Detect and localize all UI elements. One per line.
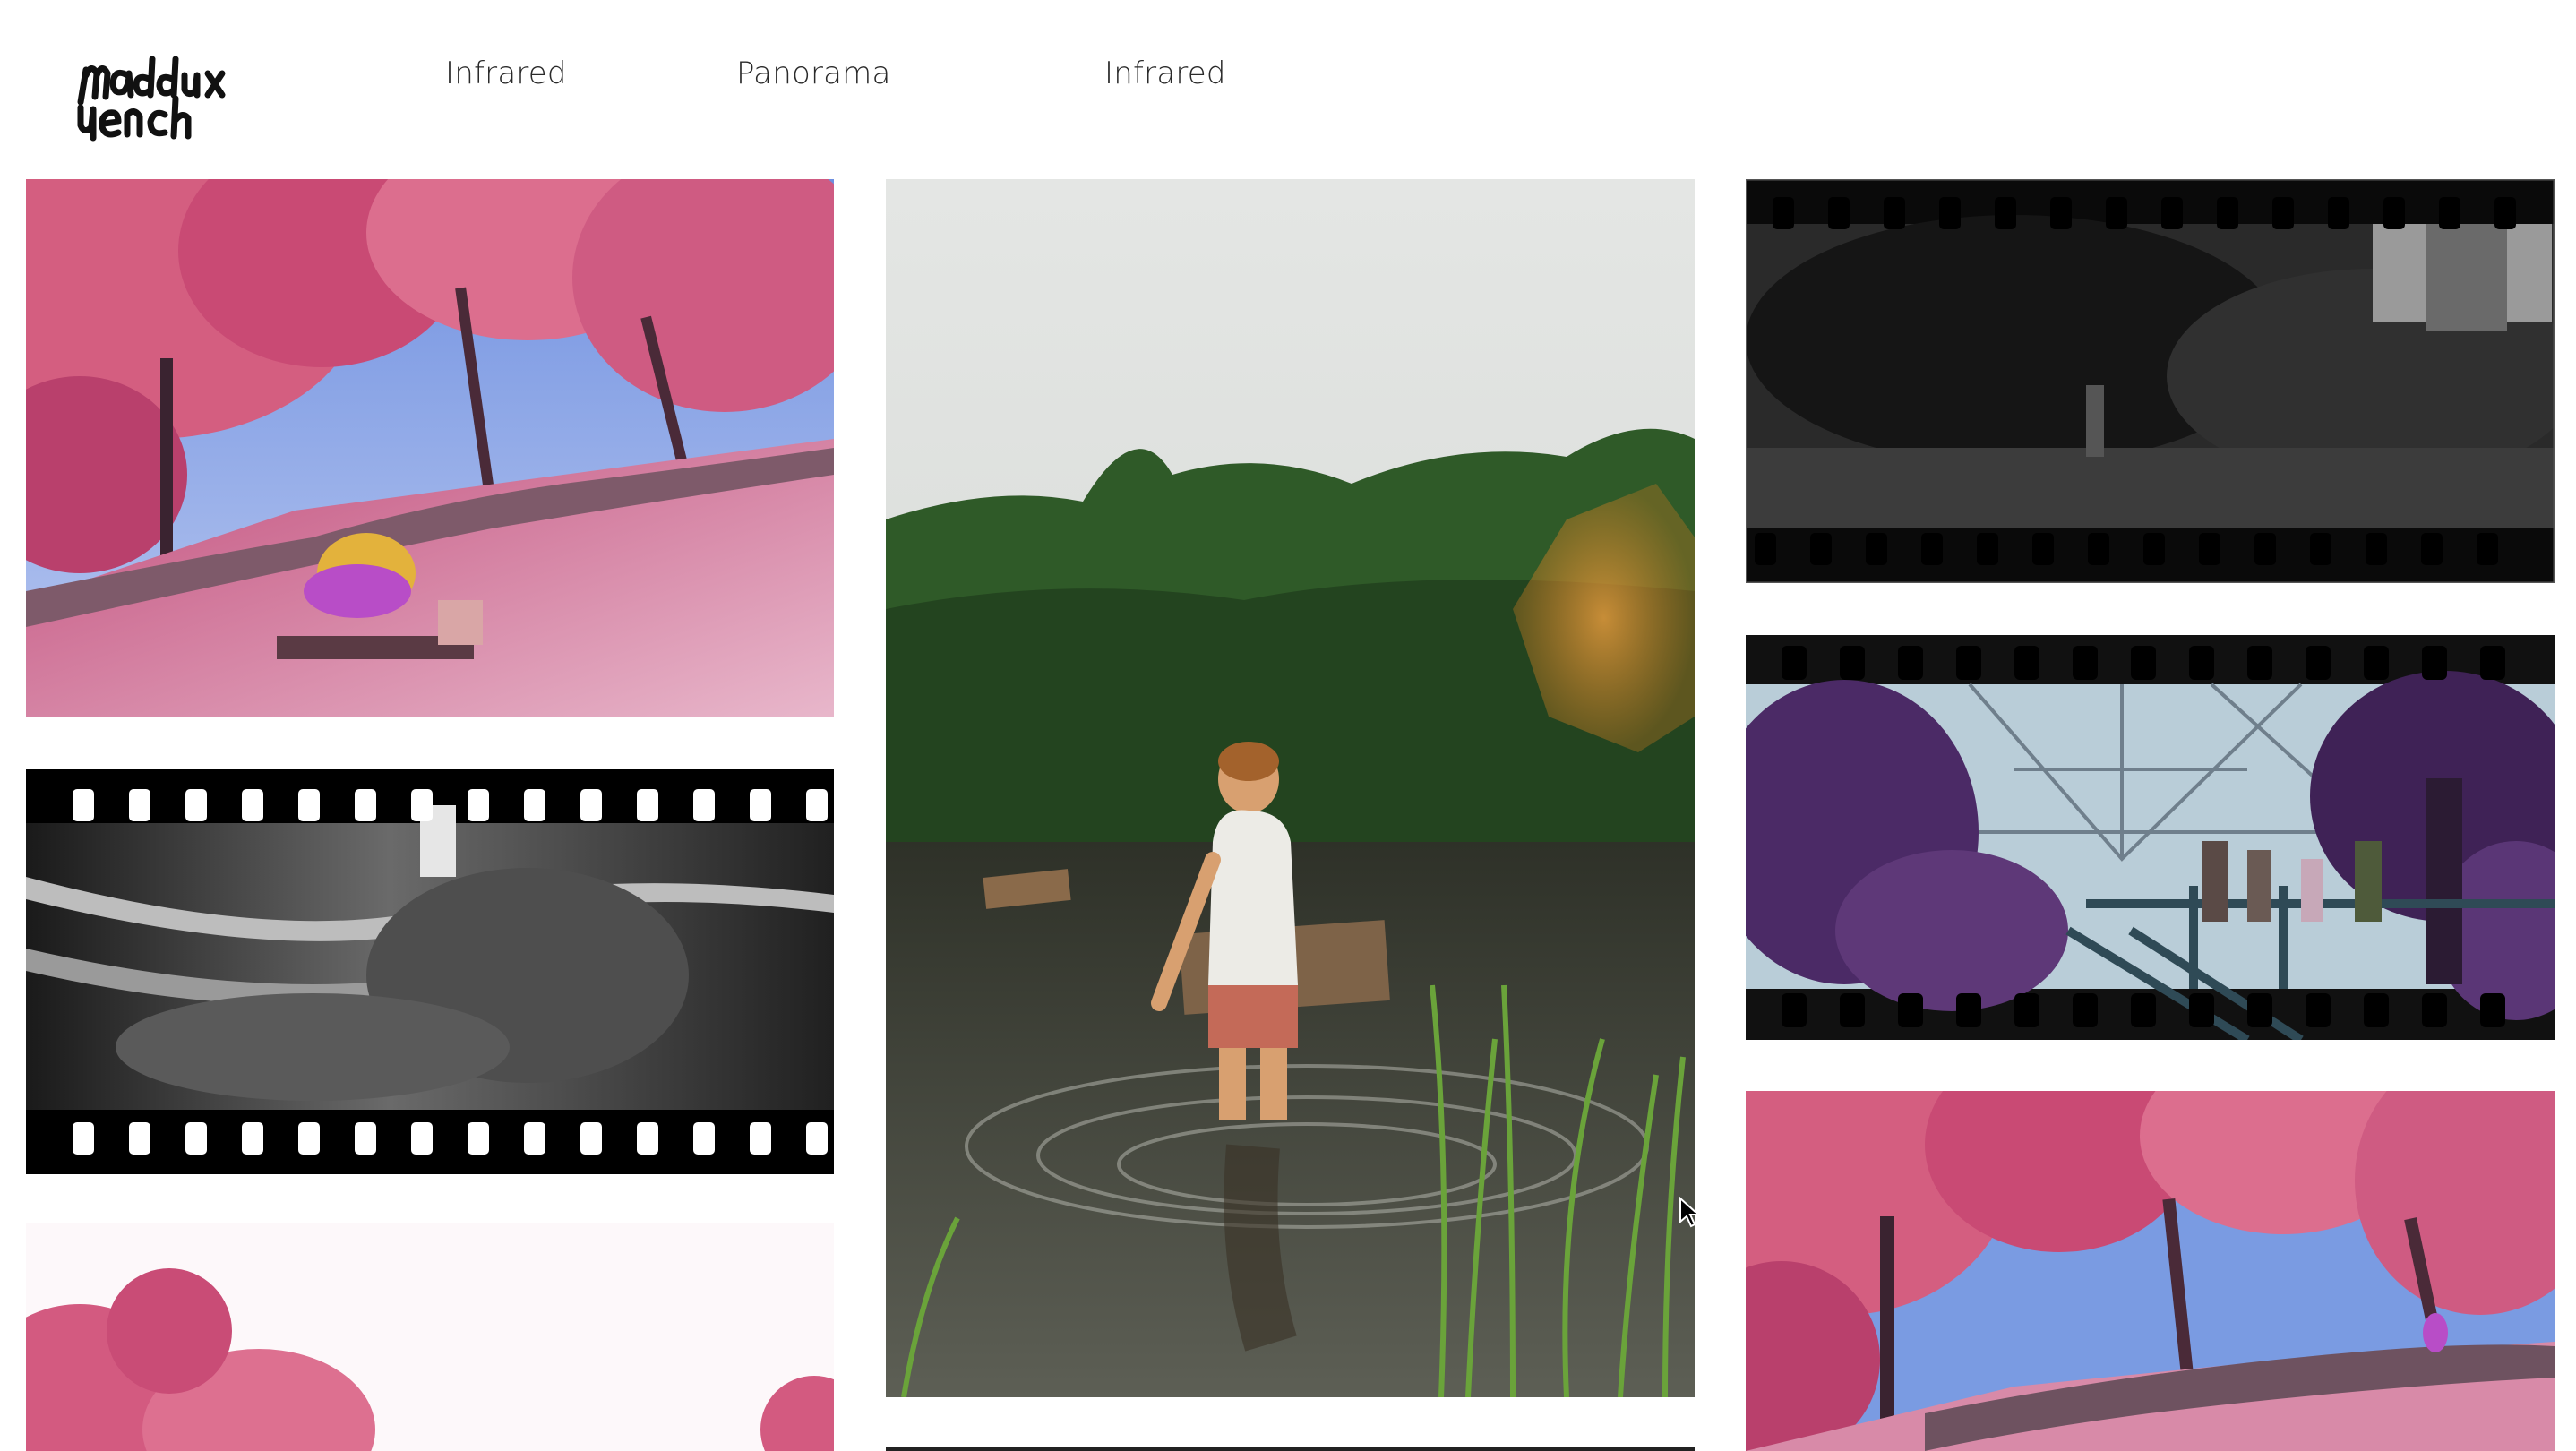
bw-trees-film-image — [1746, 179, 2555, 583]
photo-child-in-lake[interactable] — [886, 179, 1695, 1397]
nav-link-infrared[interactable]: Infrared — [445, 52, 567, 95]
site-logo[interactable] — [72, 56, 264, 145]
child-lake-image — [886, 179, 1695, 1397]
photo-infrared-greenhouse[interactable] — [1746, 635, 2555, 1040]
photo-infrared-treetops[interactable] — [26, 1223, 834, 1451]
greenhouse-film-image — [1746, 635, 2555, 1040]
infrared-trees-rocks-image — [1746, 1091, 2555, 1451]
nav-link-panorama[interactable]: Panorama — [736, 52, 891, 95]
photo-infrared-park-bench[interactable] — [26, 179, 834, 717]
photo-bw-film-strip-plants[interactable] — [26, 769, 834, 1174]
bw-film-strip-image — [26, 769, 834, 1174]
photo-infrared-trees-rocks[interactable] — [1746, 1091, 2555, 1451]
logo-wordmark-icon — [77, 56, 226, 142]
portfolio-page: Infrared Panorama Infrared — [0, 0, 2576, 1451]
photo-bw-film-strip-trees[interactable] — [1746, 179, 2555, 583]
photo-partial-bottom[interactable] — [886, 1447, 1695, 1451]
nav-link-infrared-2[interactable]: Infrared — [1104, 52, 1226, 95]
infrared-treetops-image — [26, 1223, 834, 1451]
infrared-park-image — [26, 179, 834, 717]
